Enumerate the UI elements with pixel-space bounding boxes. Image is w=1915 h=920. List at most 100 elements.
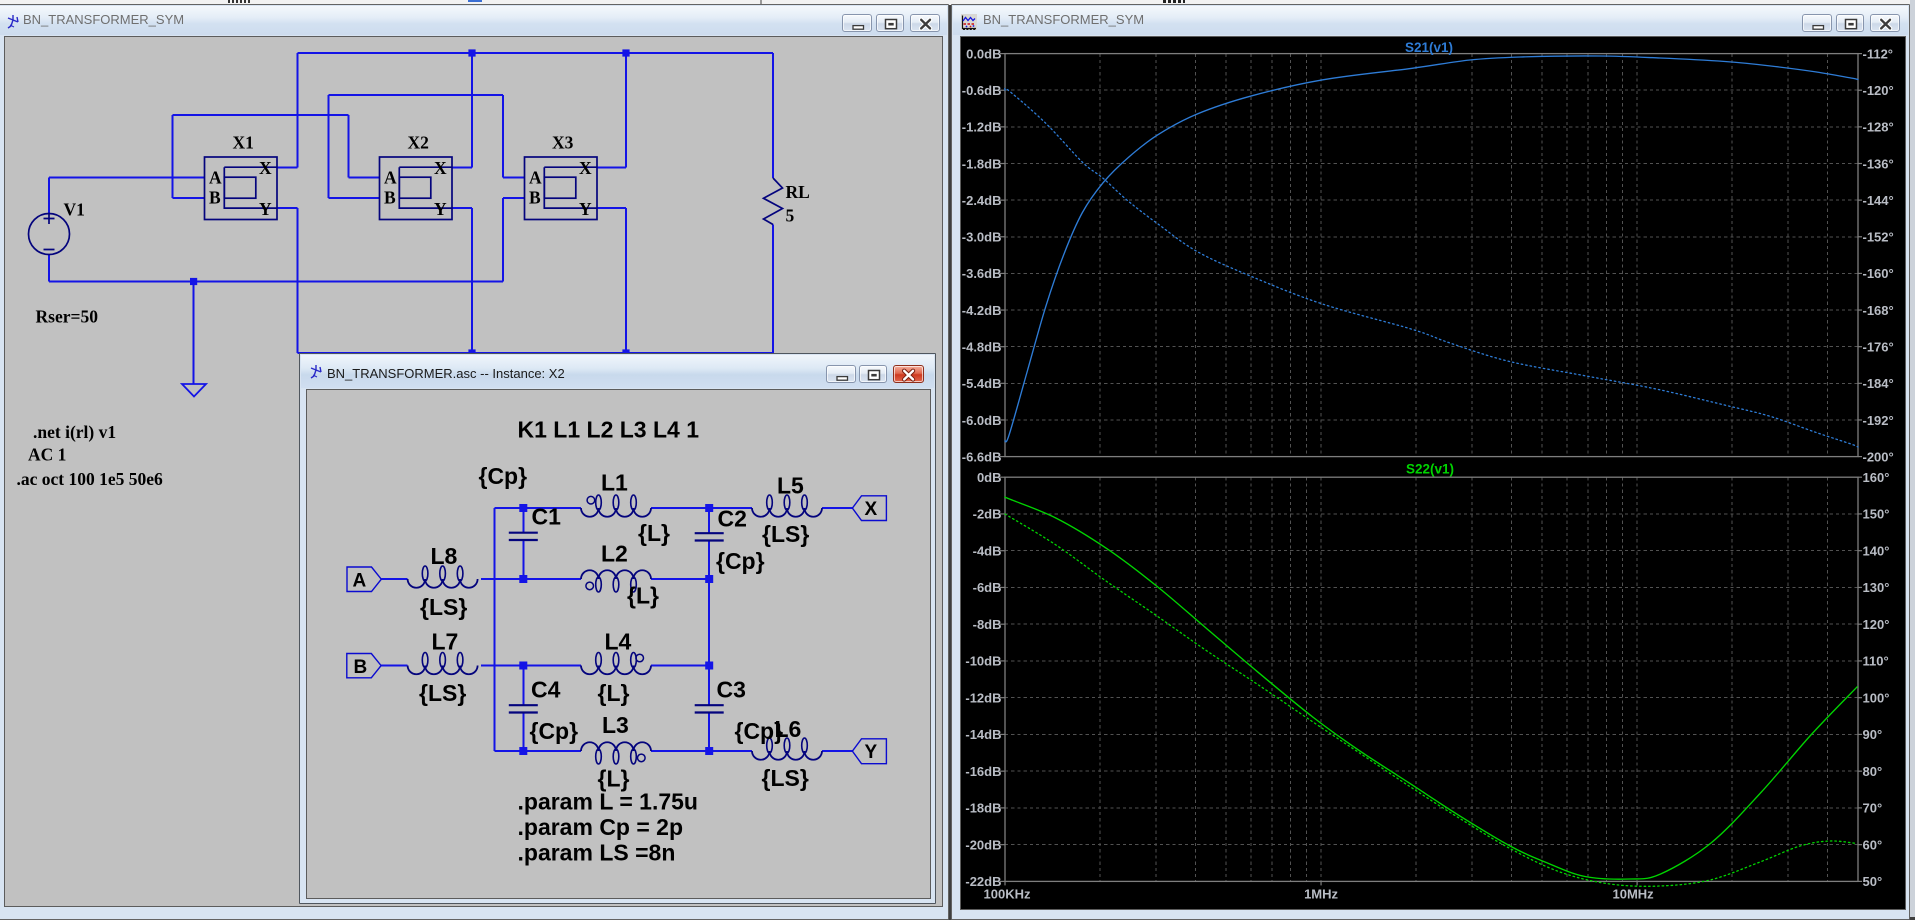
svg-text:B: B [354, 657, 368, 678]
svg-text:-6.6dB: -6.6dB [962, 449, 1002, 464]
svg-text:Y: Y [259, 199, 272, 219]
svg-text:.ac oct 100 1e5 50e6: .ac oct 100 1e5 50e6 [17, 469, 164, 489]
svg-text:-184°: -184° [1863, 376, 1894, 391]
svg-text:{Cp}: {Cp} [479, 463, 528, 489]
svg-text:-128°: -128° [1863, 120, 1894, 135]
svg-text:A: A [384, 167, 397, 187]
svg-text:-3.0dB: -3.0dB [962, 230, 1002, 245]
svg-text:AC 1: AC 1 [28, 444, 66, 464]
svg-text:C2: C2 [718, 506, 747, 532]
svg-text:150°: 150° [1863, 507, 1890, 522]
svg-text:{Cp}: {Cp} [530, 718, 579, 744]
svg-text:L5: L5 [777, 473, 804, 499]
svg-text:Y: Y [434, 199, 447, 219]
svg-text:L6: L6 [775, 716, 802, 742]
svg-text:{LS}: {LS} [762, 521, 809, 547]
svg-text:0dB: 0dB [977, 470, 1002, 485]
svg-text:Y: Y [579, 199, 592, 219]
svg-text:X: X [579, 158, 592, 178]
svg-text:110°: 110° [1863, 654, 1889, 669]
svg-text:L1: L1 [601, 470, 628, 496]
svg-text:{L}: {L} [627, 583, 659, 609]
svg-text:-2.4dB: -2.4dB [962, 193, 1002, 208]
svg-text:-112°: -112° [1863, 46, 1894, 61]
svg-text:.param LS =8n: .param LS =8n [518, 840, 676, 866]
svg-text:-144°: -144° [1863, 193, 1894, 208]
svg-text:70°: 70° [1863, 801, 1883, 816]
svg-text:-4dB: -4dB [973, 543, 1002, 558]
svg-text:-6.0dB: -6.0dB [962, 413, 1002, 428]
svg-text:120°: 120° [1863, 617, 1890, 632]
svg-text:B: B [384, 187, 396, 207]
svg-text:{L}: {L} [638, 520, 670, 546]
svg-text:B: B [529, 187, 541, 207]
svg-text:100°: 100° [1863, 690, 1890, 705]
svg-text:-1.8dB: -1.8dB [962, 156, 1002, 171]
svg-text:S21(v1): S21(v1) [1405, 40, 1453, 55]
svg-text:X2: X2 [408, 133, 429, 153]
svg-text:-16dB: -16dB [965, 764, 1001, 779]
svg-text:-12dB: -12dB [965, 690, 1001, 705]
svg-text:L4: L4 [605, 629, 632, 655]
svg-text:-10dB: -10dB [965, 654, 1001, 669]
svg-text:{LS}: {LS} [419, 680, 466, 706]
svg-text:130°: 130° [1863, 580, 1890, 595]
svg-text:-14dB: -14dB [965, 727, 1001, 742]
svg-text:K1 L1 L2 L3 L4 1: K1 L1 L2 L3 L4 1 [518, 417, 700, 443]
svg-text:90°: 90° [1863, 727, 1883, 742]
svg-text:-152°: -152° [1863, 230, 1894, 245]
svg-text:-20dB: -20dB [965, 837, 1001, 852]
svg-text:50°: 50° [1863, 874, 1883, 889]
svg-text:80°: 80° [1863, 764, 1883, 779]
svg-text:L3: L3 [602, 712, 629, 738]
svg-text:X: X [434, 158, 447, 178]
svg-text:-4.2dB: -4.2dB [962, 303, 1002, 318]
svg-text:-8dB: -8dB [973, 617, 1002, 632]
svg-text:-168°: -168° [1863, 303, 1894, 318]
svg-text:10MHz: 10MHz [1612, 887, 1654, 902]
svg-text:X3: X3 [552, 133, 574, 153]
svg-text:X: X [259, 158, 272, 178]
svg-text:160°: 160° [1863, 470, 1890, 485]
svg-text:V1: V1 [64, 200, 85, 220]
svg-text:-3.6dB: -3.6dB [962, 266, 1002, 281]
svg-text:-2dB: -2dB [973, 507, 1002, 522]
svg-text:C3: C3 [717, 677, 746, 703]
svg-text:-176°: -176° [1863, 339, 1894, 354]
svg-text:{L}: {L} [598, 680, 630, 706]
svg-text:A: A [353, 571, 367, 592]
svg-text:Y: Y [865, 742, 878, 763]
svg-text:C4: C4 [531, 677, 561, 703]
svg-text:100KHz: 100KHz [984, 887, 1031, 902]
svg-text:-6dB: -6dB [973, 580, 1002, 595]
svg-text:{LS}: {LS} [420, 594, 467, 620]
svg-text:S22(v1): S22(v1) [1406, 462, 1454, 477]
svg-text:-160°: -160° [1863, 266, 1894, 281]
svg-text:L7: L7 [432, 629, 459, 655]
svg-text:-192°: -192° [1863, 413, 1894, 428]
svg-text:-0.6dB: -0.6dB [962, 83, 1002, 98]
svg-text:A: A [529, 167, 542, 187]
svg-text:5: 5 [786, 206, 795, 226]
svg-text:L8: L8 [431, 543, 458, 569]
svg-text:-120°: -120° [1863, 83, 1894, 98]
svg-text:.net i(rl) v1: .net i(rl) v1 [33, 422, 116, 442]
svg-text:{LS}: {LS} [762, 765, 809, 791]
svg-text:Rser=50: Rser=50 [36, 306, 99, 326]
svg-text:A: A [209, 167, 222, 187]
svg-text:X1: X1 [233, 133, 254, 153]
svg-text:.param Cp = 2p: .param Cp = 2p [518, 814, 684, 840]
svg-text:-136°: -136° [1863, 156, 1894, 171]
svg-text:B: B [209, 187, 221, 207]
svg-text:.param L = 1.75u: .param L = 1.75u [518, 789, 698, 815]
svg-text:-1.2dB: -1.2dB [962, 120, 1002, 135]
svg-text:L2: L2 [601, 541, 628, 567]
svg-text:X: X [865, 499, 878, 520]
svg-text:-5.4dB: -5.4dB [962, 376, 1002, 391]
svg-text:1MHz: 1MHz [1304, 887, 1338, 902]
svg-text:{Cp}: {Cp} [716, 548, 765, 574]
svg-text:-18dB: -18dB [965, 801, 1001, 816]
svg-text:60°: 60° [1863, 837, 1883, 852]
svg-text:140°: 140° [1863, 543, 1890, 558]
svg-text:-200°: -200° [1863, 449, 1894, 464]
